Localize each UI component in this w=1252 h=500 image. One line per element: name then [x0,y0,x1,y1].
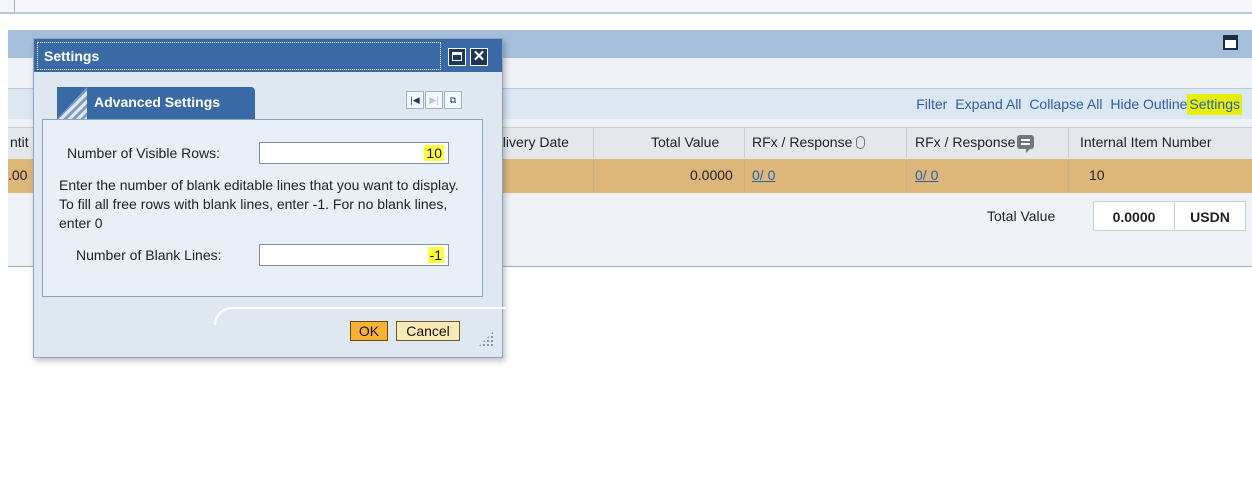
maximize-icon[interactable] [1223,35,1238,50]
total-value-amount: 0.0000 [1093,201,1175,231]
top-strip [0,0,1252,14]
visible-rows-value: 10 [424,145,444,161]
settings-link[interactable]: Settings [1187,94,1242,115]
visible-rows-input[interactable]: 10 [259,142,449,164]
dialog-body: Number of Visible Rows: 10 Enter the num… [42,119,483,297]
internal-item-number-header[interactable]: Internal Item Number [1080,134,1212,150]
quantity-cell: .00 [8,167,28,183]
rfx-comment-label: RFx / Response [915,134,1016,150]
blank-lines-description: Enter the number of blank editable lines… [59,177,459,231]
resize-grip-icon[interactable] [478,331,494,347]
hide-outline-link[interactable]: Hide Outline [1110,96,1187,112]
restore-icon[interactable]: ⧉ [444,91,462,109]
cell-divider [906,159,907,193]
rfx-response-comment-header[interactable]: RFx / Response [915,134,1035,153]
blank-lines-label: Number of Blank Lines: [76,247,222,263]
tab-advanced-settings[interactable]: Advanced Settings [57,87,255,119]
total-value-header[interactable]: Total Value [651,134,719,150]
maximize-dialog-icon[interactable] [448,48,466,66]
blank-lines-input[interactable]: -1 [259,244,449,266]
header-divider [906,128,907,158]
header-divider [744,128,745,158]
total-value-cell: 0.0000 [690,167,733,183]
dialog-titlebar[interactable]: Settings ✕ [34,39,502,72]
last-page-icon: ▶| [425,91,443,109]
header-divider [593,128,594,158]
paperclip-icon [856,136,866,149]
rfx-attachment-link[interactable]: 0/ 0 [752,167,775,183]
total-currency: USDN [1174,201,1246,231]
delivery-date-header[interactable]: elivery Date [495,134,569,150]
cell-divider [1068,159,1069,193]
internal-item-cell: 10 [1089,167,1105,183]
toolbar-links: Filter Expand All Collapse All Hide Outl… [912,94,1242,115]
filter-link[interactable]: Filter [916,96,947,112]
top-divider [14,0,15,12]
ok-button[interactable]: OK [350,321,388,341]
rfx-response-attachment-header[interactable]: RFx / Response [752,134,866,150]
close-icon[interactable]: ✕ [470,48,488,66]
visible-rows-label: Number of Visible Rows: [67,145,221,161]
cell-divider [593,159,594,193]
tab-stripe-decoration [57,87,87,119]
total-value-label: Total Value [987,208,1056,224]
settings-dialog: Settings ✕ Advanced Settings |◀ ▶| ⧉ Num… [33,38,506,358]
collapse-all-link[interactable]: Collapse All [1029,96,1102,112]
first-page-icon[interactable]: |◀ [406,91,424,109]
header-divider [1068,128,1069,158]
rfx-comment-link[interactable]: 0/ 0 [915,167,938,183]
quantity-header[interactable]: ntit [10,134,29,150]
cell-divider [744,159,745,193]
expand-all-link[interactable]: Expand All [955,96,1021,112]
dialog-title: Settings [37,42,441,70]
rfx-attach-label: RFx / Response [752,134,853,150]
cancel-button[interactable]: Cancel [396,321,460,341]
comment-icon [1017,135,1035,153]
tab-label: Advanced Settings [94,94,221,110]
blank-lines-value: -1 [427,247,444,263]
